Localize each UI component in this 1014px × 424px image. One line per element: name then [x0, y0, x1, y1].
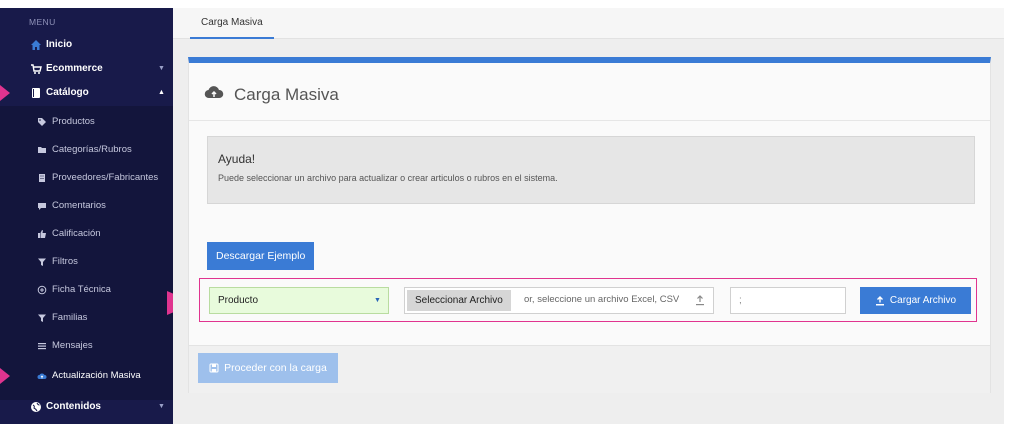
sidebar-item-label: Actualización Masiva [52, 370, 141, 381]
chevron-down-icon: ▼ [158, 65, 165, 72]
sidebar-item-label: Productos [52, 116, 95, 127]
sidebar-item-inicio[interactable]: Inicio [0, 34, 173, 56]
upload-file-label: Cargar Archivo [889, 295, 957, 306]
sidebar-item-label: Inicio [46, 39, 73, 50]
sidebar-item-categorias[interactable]: Categorías/Rubros [0, 139, 173, 161]
tag-icon [38, 118, 46, 126]
home-icon [31, 40, 41, 50]
upload-icon [696, 295, 704, 306]
sidebar-item-label: Proveedores/Fabricantes [52, 172, 159, 183]
sidebar-item-label: Catálogo [46, 87, 89, 98]
sidebar: MENU Inicio Ecommerce ▼ Catálogo ▲ Produ… [0, 8, 173, 424]
plus-circle-icon [37, 285, 47, 295]
upload-form-row: Producto ▼ Seleccionar Archivo or, selec… [199, 278, 977, 322]
sidebar-item-label: Calificación [52, 228, 101, 239]
filter-icon [38, 258, 46, 266]
sidebar-item-catalogo[interactable]: Catálogo ▲ [0, 82, 173, 104]
chevron-down-icon: ▼ [374, 297, 381, 304]
tab-bar: Carga Masiva [173, 8, 1004, 39]
separator-input[interactable]: ; [730, 287, 846, 314]
comment-icon [38, 203, 46, 210]
sidebar-item-ecommerce[interactable]: Ecommerce ▼ [0, 58, 173, 80]
chevron-down-icon: ▼ [158, 403, 165, 410]
sidebar-item-label: Comentarios [52, 200, 106, 211]
annotation-arrow [0, 368, 10, 384]
proceed-upload-button[interactable]: Proceder con la carga [198, 353, 338, 383]
sidebar-item-productos[interactable]: Productos [0, 111, 173, 133]
sidebar-item-mensajes[interactable]: Mensajes [0, 335, 173, 357]
sidebar-item-label: Categorías/Rubros [52, 144, 132, 155]
type-select[interactable]: Producto ▼ [209, 287, 389, 314]
upload-file-button[interactable]: Cargar Archivo [860, 287, 971, 314]
sidebar-item-comentarios[interactable]: Comentarios [0, 195, 173, 217]
globe-icon [31, 402, 41, 412]
carga-masiva-card: Carga Masiva Ayuda! Puede seleccionar un… [188, 57, 991, 393]
annotation-arrow [0, 85, 10, 101]
sidebar-item-label: Ficha Técnica [52, 284, 111, 295]
sidebar-item-label: Contenidos [46, 401, 101, 412]
sidebar-item-actualizacion-masiva[interactable]: Actualización Masiva [0, 365, 173, 387]
sidebar-item-filtros[interactable]: Filtros [0, 251, 173, 273]
proceed-upload-label: Proceder con la carga [224, 362, 327, 374]
page-title: Carga Masiva [234, 85, 339, 104]
cart-icon [31, 64, 42, 74]
save-icon [209, 363, 219, 373]
help-text: Puede seleccionar un archivo para actual… [218, 173, 558, 183]
building-icon [39, 174, 45, 182]
sidebar-item-familias[interactable]: Familias [0, 307, 173, 329]
book-icon [32, 88, 40, 98]
tab-carga-masiva[interactable]: Carga Masiva [190, 8, 274, 39]
thumbs-up-icon [38, 230, 46, 238]
sidebar-item-label: Mensajes [52, 340, 93, 351]
cloud-upload-icon [37, 373, 47, 379]
cloud-upload-icon [204, 86, 224, 99]
sidebar-item-contenidos[interactable]: Contenidos ▼ [0, 396, 173, 418]
sidebar-item-ficha-tecnica[interactable]: Ficha Técnica [0, 279, 173, 301]
card-header: Carga Masiva [189, 63, 990, 121]
separator-value: ; [739, 295, 742, 306]
sidebar-item-calificacion[interactable]: Calificación [0, 223, 173, 245]
sidebar-item-label: Familias [52, 312, 88, 323]
help-title: Ayuda! [218, 152, 256, 166]
card-footer: Proceder con la carga [189, 345, 990, 393]
list-icon [38, 343, 46, 350]
sidebar-item-label: Filtros [52, 256, 78, 267]
file-placeholder: or, seleccione un archivo Excel, CSV o [524, 294, 679, 305]
folder-icon [38, 147, 46, 153]
sidebar-item-label: Ecommerce [46, 63, 103, 74]
download-example-button[interactable]: Descargar Ejemplo [207, 242, 315, 270]
chevron-up-icon: ▲ [158, 89, 165, 96]
filter-icon [38, 314, 46, 322]
menu-title: MENU [29, 17, 56, 27]
upload-icon [875, 295, 884, 305]
file-input[interactable]: Seleccionar Archivo or, seleccione un ar… [404, 287, 714, 314]
type-select-value: Producto [218, 295, 259, 306]
select-file-button[interactable]: Seleccionar Archivo [407, 290, 511, 311]
help-alert: Ayuda! Puede seleccionar un archivo para… [207, 136, 975, 204]
sidebar-item-proveedores[interactable]: Proveedores/Fabricantes [0, 167, 173, 189]
